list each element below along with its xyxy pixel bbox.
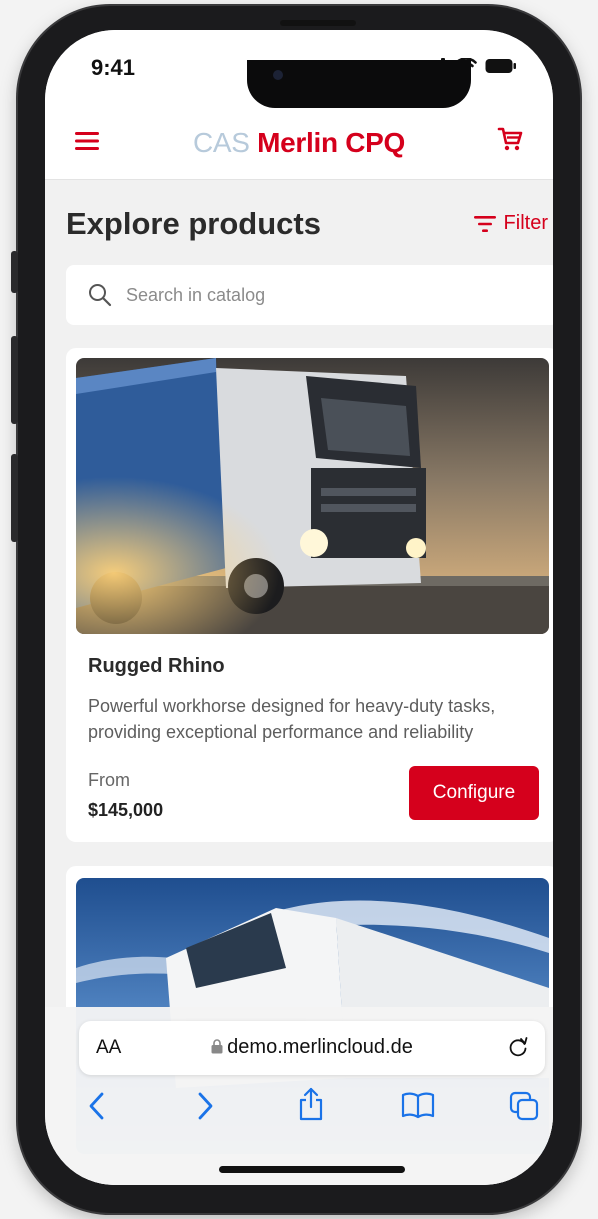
bookmarks-icon[interactable] xyxy=(401,1091,435,1119)
volume-down-button xyxy=(11,454,18,542)
volume-up-button xyxy=(11,336,18,424)
product-image xyxy=(76,358,549,634)
status-time: 9:41 xyxy=(91,55,136,80)
search-icon xyxy=(89,284,112,307)
url-display[interactable]: demo.merlincloud.de xyxy=(79,1036,545,1059)
filter-button[interactable]: Filter xyxy=(473,212,548,235)
filter-icon xyxy=(473,215,496,232)
dynamic-island xyxy=(247,60,471,108)
forward-icon[interactable] xyxy=(195,1091,215,1121)
cart-icon[interactable] xyxy=(497,126,523,152)
price-prefix: From xyxy=(88,770,130,790)
filter-label: Filter xyxy=(503,212,548,234)
product-card[interactable]: Rugged Rhino Powerful workhorse designed… xyxy=(66,348,553,842)
share-icon[interactable] xyxy=(298,1087,324,1121)
back-icon[interactable] xyxy=(87,1091,107,1121)
battery-icon xyxy=(485,59,516,73)
brand-logo: CAS Merlin CPQ xyxy=(45,127,553,159)
reload-icon[interactable] xyxy=(505,1034,531,1060)
browser-nav-bar xyxy=(45,1087,553,1131)
home-indicator xyxy=(219,1166,405,1173)
domain-text: demo.merlincloud.de xyxy=(227,1036,413,1058)
screen: 9:41 CAS Merlin CPQ Explore products Fil… xyxy=(45,30,553,1185)
product-description: Powerful workhorse designed for heavy-du… xyxy=(88,696,496,742)
app-header: CAS Merlin CPQ xyxy=(45,96,553,180)
address-bar[interactable]: AA demo.merlincloud.de xyxy=(79,1021,545,1075)
search-input[interactable]: Search in catalog xyxy=(66,265,553,325)
lock-icon xyxy=(211,1039,223,1054)
search-placeholder: Search in catalog xyxy=(126,284,266,305)
product-name: Rugged Rhino xyxy=(88,655,225,677)
page-title: Explore products xyxy=(66,206,321,241)
speaker-grille xyxy=(280,20,356,26)
tabs-icon[interactable] xyxy=(509,1091,539,1121)
brand-name: Merlin CPQ xyxy=(257,127,406,158)
brand-prefix: CAS xyxy=(192,127,250,158)
configure-button[interactable]: Configure xyxy=(409,766,539,820)
browser-toolbar: AA demo.merlincloud.de xyxy=(45,1007,553,1185)
product-price: $145,000 xyxy=(88,800,164,820)
silent-switch xyxy=(11,251,18,293)
